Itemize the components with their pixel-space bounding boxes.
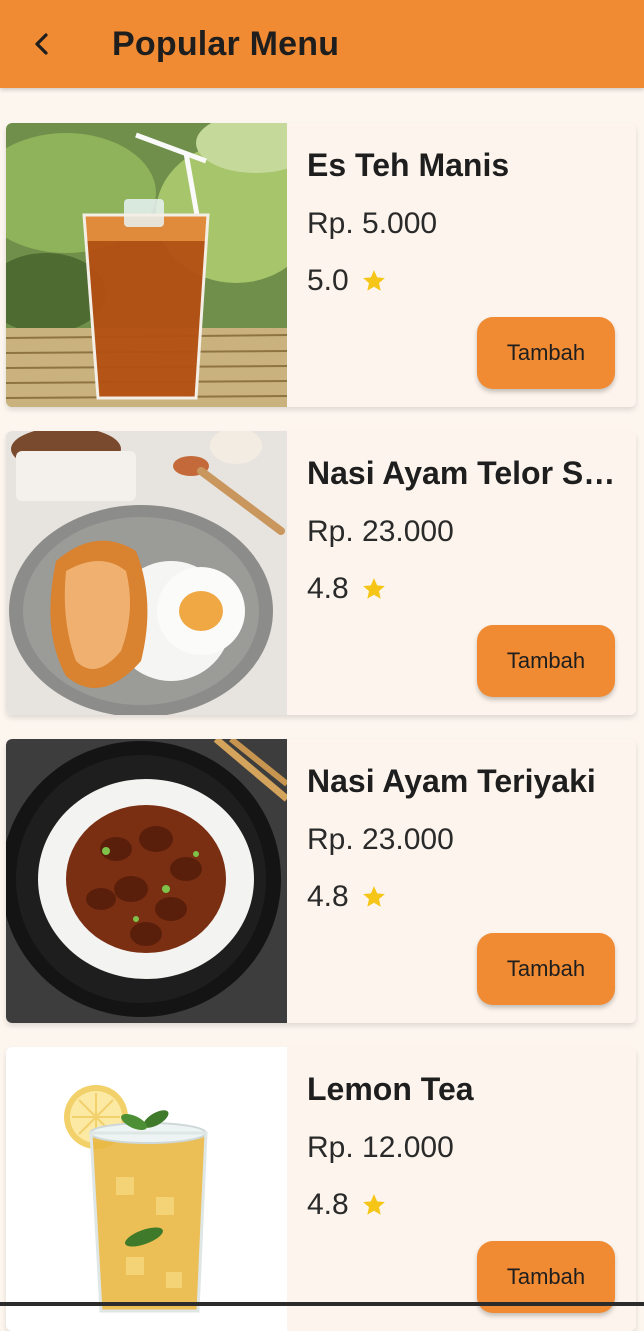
food-rating: 4.8 [307, 572, 387, 606]
rating-value: 4.8 [307, 1188, 349, 1221]
back-button[interactable] [20, 22, 64, 66]
star-icon [362, 578, 385, 599]
food-rating: 5.0 [307, 264, 387, 298]
bottom-edge [0, 1302, 644, 1306]
food-rating: 4.8 [307, 1188, 387, 1222]
food-price: Rp. 23.000 [307, 823, 454, 856]
rating-value: 5.0 [307, 264, 349, 297]
food-name: Es Teh Manis [307, 147, 510, 183]
menu-card[interactable]: Es Teh Manis Rp. 5.000 5.0 Tambah [6, 123, 636, 407]
food-image [6, 431, 287, 715]
star-icon [362, 270, 385, 291]
star-icon [362, 886, 385, 907]
food-name: Nasi Ayam Telor Sambal Matah [307, 455, 617, 491]
food-image [6, 739, 287, 1023]
food-name: Nasi Ayam Teriyaki [307, 763, 596, 799]
add-button[interactable]: Tambah [477, 625, 615, 697]
chevron-left-icon [35, 33, 48, 55]
menu-card[interactable]: Lemon Tea Rp. 12.000 4.8 Tambah [6, 1047, 636, 1331]
rating-value: 4.8 [307, 880, 349, 913]
food-name: Lemon Tea [307, 1071, 474, 1107]
food-price: Rp. 12.000 [307, 1131, 454, 1164]
star-icon [362, 1194, 385, 1215]
food-price: Rp. 23.000 [307, 515, 454, 548]
add-button[interactable]: Tambah [477, 933, 615, 1005]
menu-card[interactable]: Nasi Ayam Teriyaki Rp. 23.000 4.8 Tambah [6, 739, 636, 1023]
rating-value: 4.8 [307, 572, 349, 605]
add-button[interactable]: Tambah [477, 317, 615, 389]
food-price: Rp. 5.000 [307, 207, 438, 240]
food-image [6, 1047, 287, 1331]
app-bar: Popular Menu [0, 0, 644, 88]
food-image [6, 123, 287, 407]
menu-card[interactable]: Nasi Ayam Telor Sambal Matah Rp. 23.000 … [6, 431, 636, 715]
food-rating: 4.8 [307, 880, 387, 914]
page-title: Popular Menu [112, 25, 340, 63]
